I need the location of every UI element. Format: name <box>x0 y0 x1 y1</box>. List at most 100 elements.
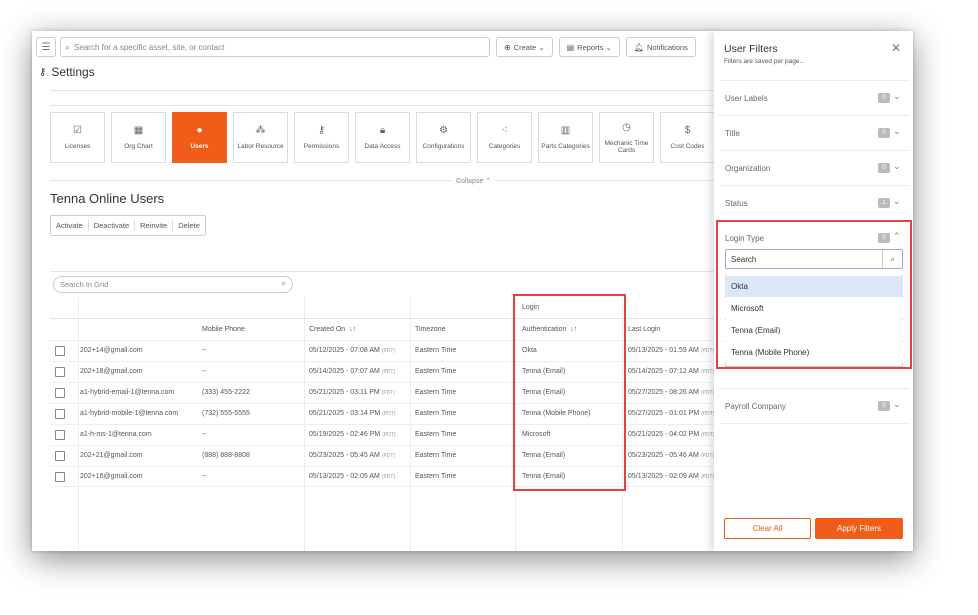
cell-created: 05/23/2025 - 05:45 AM (PDT) <box>309 452 395 459</box>
delete-button[interactable]: Delete <box>173 220 205 231</box>
grid-search-input[interactable]: Search In Grid ⌕ <box>53 276 293 293</box>
table-row[interactable]: 202+14@gmail.com -- 05/12/2025 - 07:08 A… <box>50 340 730 361</box>
reinvite-button[interactable]: Reinvite <box>135 220 174 231</box>
tile-permissions[interactable]: ⚷ Permissions <box>294 112 349 163</box>
cell-created-value: 05/23/2025 - 05:45 AM <box>309 452 380 459</box>
key-icon: ⚷ <box>39 66 47 78</box>
chevron-down-icon: ⌄ <box>893 161 901 171</box>
labor-icon: ⁂ <box>255 125 266 136</box>
chevron-down-icon: ⌄ <box>893 399 901 409</box>
cell-last-login-value: 05/14/2025 - 07:12 AM <box>628 368 699 375</box>
tz-abbr: (PDT) <box>381 348 396 354</box>
filter-count-badge: 0 <box>878 163 890 173</box>
row-checkbox[interactable] <box>55 472 65 482</box>
table-row[interactable]: a1-hybrid-mobile-1@tenna.com (732) 555-5… <box>50 403 730 424</box>
tz-abbr: (PDT) <box>700 390 715 396</box>
row-checkbox[interactable] <box>55 409 65 419</box>
col-header-mobile-phone[interactable]: Mobile Phone <box>202 319 245 340</box>
panel-title: User Filters <box>724 43 778 55</box>
create-button[interactable]: ⊕ Create ⌄ <box>496 37 553 57</box>
bulk-actions: Activate Deactivate Reinvite Delete <box>50 215 206 236</box>
activate-button[interactable]: Activate <box>51 220 89 231</box>
tile-label: Configurations <box>422 143 465 150</box>
col-header-last-login[interactable]: Last Login <box>628 319 660 340</box>
tz-abbr: (PDT) <box>700 348 715 354</box>
cell-last-login: 05/14/2025 - 07:12 AM (PDT) <box>628 368 714 375</box>
cell-last-login: 05/27/2025 - 01:01 PM (PDT) <box>628 410 715 417</box>
org-chart-icon: ▦ <box>133 125 144 136</box>
tz-abbr: (PDT) <box>381 369 396 375</box>
search-icon: ⌕ <box>65 41 71 52</box>
chevron-down-icon: ⌄ <box>893 196 901 206</box>
row-checkbox[interactable] <box>55 451 65 461</box>
tz-abbr: (PDT) <box>382 432 396 438</box>
cell-last-login-value: 05/23/2025 - 05:46 AM <box>628 452 699 459</box>
chevron-up-icon: ⌃ <box>485 178 492 185</box>
tile-configurations[interactable]: ⚙ Configurations <box>416 112 471 163</box>
tile-label: Data Access <box>364 143 401 150</box>
tz-abbr: (PDT) <box>700 474 715 480</box>
cell-created: 05/21/2025 - 03:11 PM (PDT) <box>309 389 395 396</box>
tile-licenses[interactable]: ☑ Licenses <box>50 112 105 163</box>
cell-phone: (333) 455-2222 <box>202 389 250 396</box>
row-checkbox[interactable] <box>55 346 65 356</box>
global-search-input[interactable]: ⌕ Search for a specific asset, site, or … <box>60 37 490 57</box>
chevron-down-icon: ⌄ <box>605 42 612 52</box>
parts-icon: ▥ <box>560 125 571 136</box>
tile-users[interactable]: ● Users <box>172 112 227 163</box>
tile-label: Users <box>190 143 209 150</box>
deactivate-button[interactable]: Deactivate <box>89 220 136 231</box>
page-title: Settings <box>51 65 95 79</box>
cell-timezone: Eastern Time <box>415 389 457 396</box>
filter-status[interactable]: Status 1 ⌄ <box>719 185 909 220</box>
key-icon: ⚷ <box>317 125 326 136</box>
tile-cost-codes[interactable]: $ Cost Codes <box>660 112 715 163</box>
row-checkbox[interactable] <box>55 388 65 398</box>
sort-icon: ↓↑ <box>349 326 357 333</box>
dollar-icon: $ <box>684 125 691 136</box>
row-checkbox[interactable] <box>55 430 65 440</box>
close-icon[interactable]: ✕ <box>891 41 901 55</box>
cell-last-login: 05/13/2025 - 02:09 AM (PDT) <box>628 473 714 480</box>
tile-categories[interactable]: ⁖ Categories <box>477 112 532 163</box>
col-header-timezone[interactable]: Timezone <box>415 319 445 340</box>
tile-labor-resource[interactable]: ⁂ Labor Resource <box>233 112 288 163</box>
page-header: ⚷ Settings <box>39 65 95 79</box>
cell-phone: -- <box>202 431 207 438</box>
search-icon: ⌕ <box>281 279 286 288</box>
tz-abbr: (PDT) <box>382 411 396 417</box>
collapse-toggle[interactable]: Collapse ⌃ <box>452 177 496 185</box>
panel-subtitle: Filters are saved per page... <box>724 58 805 65</box>
grid-search-placeholder: Search In Grid <box>60 280 109 289</box>
cell-last-login: 05/27/2025 - 08:26 AM (PDT) <box>628 389 714 396</box>
filter-payroll-company[interactable]: Payroll Company 0 ⌄ <box>719 388 909 423</box>
tile-org-chart[interactable]: ▦ Org Chart <box>111 112 166 163</box>
table-row[interactable]: a1-hybrid-email-1@tenna.com (333) 455-22… <box>50 382 730 403</box>
notifications-button[interactable]: 🔔︎ Notifications <box>625 37 696 57</box>
cell-created-value: 05/19/2025 - 02:46 PM <box>309 431 381 438</box>
reports-button[interactable]: ▤ Reports ⌄ <box>558 37 620 57</box>
table-row[interactable]: a1-h-ms-1@tenna.com -- 05/19/2025 - 02:4… <box>50 424 730 445</box>
table-row[interactable]: 202+18@gmail.com -- 05/14/2025 - 07:07 A… <box>50 361 730 382</box>
chevron-down-icon: ⌄ <box>538 42 545 52</box>
row-checkbox[interactable] <box>55 367 65 377</box>
filter-organization[interactable]: Organization 0 ⌄ <box>719 150 909 185</box>
table-row[interactable]: 202+21@gmail.com (888) 888-8808 05/23/20… <box>50 445 730 466</box>
filter-title[interactable]: Title 0 ⌄ <box>719 115 909 150</box>
table-row[interactable]: 202+16@gmail.com -- 05/13/2025 - 02:05 A… <box>50 466 730 487</box>
tile-label: Licenses <box>64 143 91 150</box>
col-header-created-on[interactable]: Created On ↓↑ <box>309 319 356 340</box>
filter-user-labels[interactable]: User Labels 0 ⌄ <box>719 80 909 115</box>
apply-filters-button[interactable]: Apply Filters <box>815 518 903 539</box>
tile-data-access[interactable]: 🔒︎ Data Access <box>355 112 410 163</box>
tile-label: Categories <box>488 143 521 150</box>
cell-created-value: 05/21/2025 - 03:14 PM <box>309 410 381 417</box>
tile-parts-categories[interactable]: ▥ Parts Categories <box>538 112 593 163</box>
highlight-login-type-filter <box>716 220 912 369</box>
cell-created: 05/12/2025 - 07:08 AM (PDT) <box>309 347 395 354</box>
clear-all-button[interactable]: Clear All <box>724 518 811 539</box>
tile-mechanic-time-cards[interactable]: ◷ Mechanic Time Cards <box>599 112 654 163</box>
filter-toggle-button[interactable]: ☰ <box>36 37 56 57</box>
highlight-login-column <box>513 294 626 491</box>
cell-last-login: 05/21/2025 - 04:02 PM (PDT) <box>628 431 715 438</box>
